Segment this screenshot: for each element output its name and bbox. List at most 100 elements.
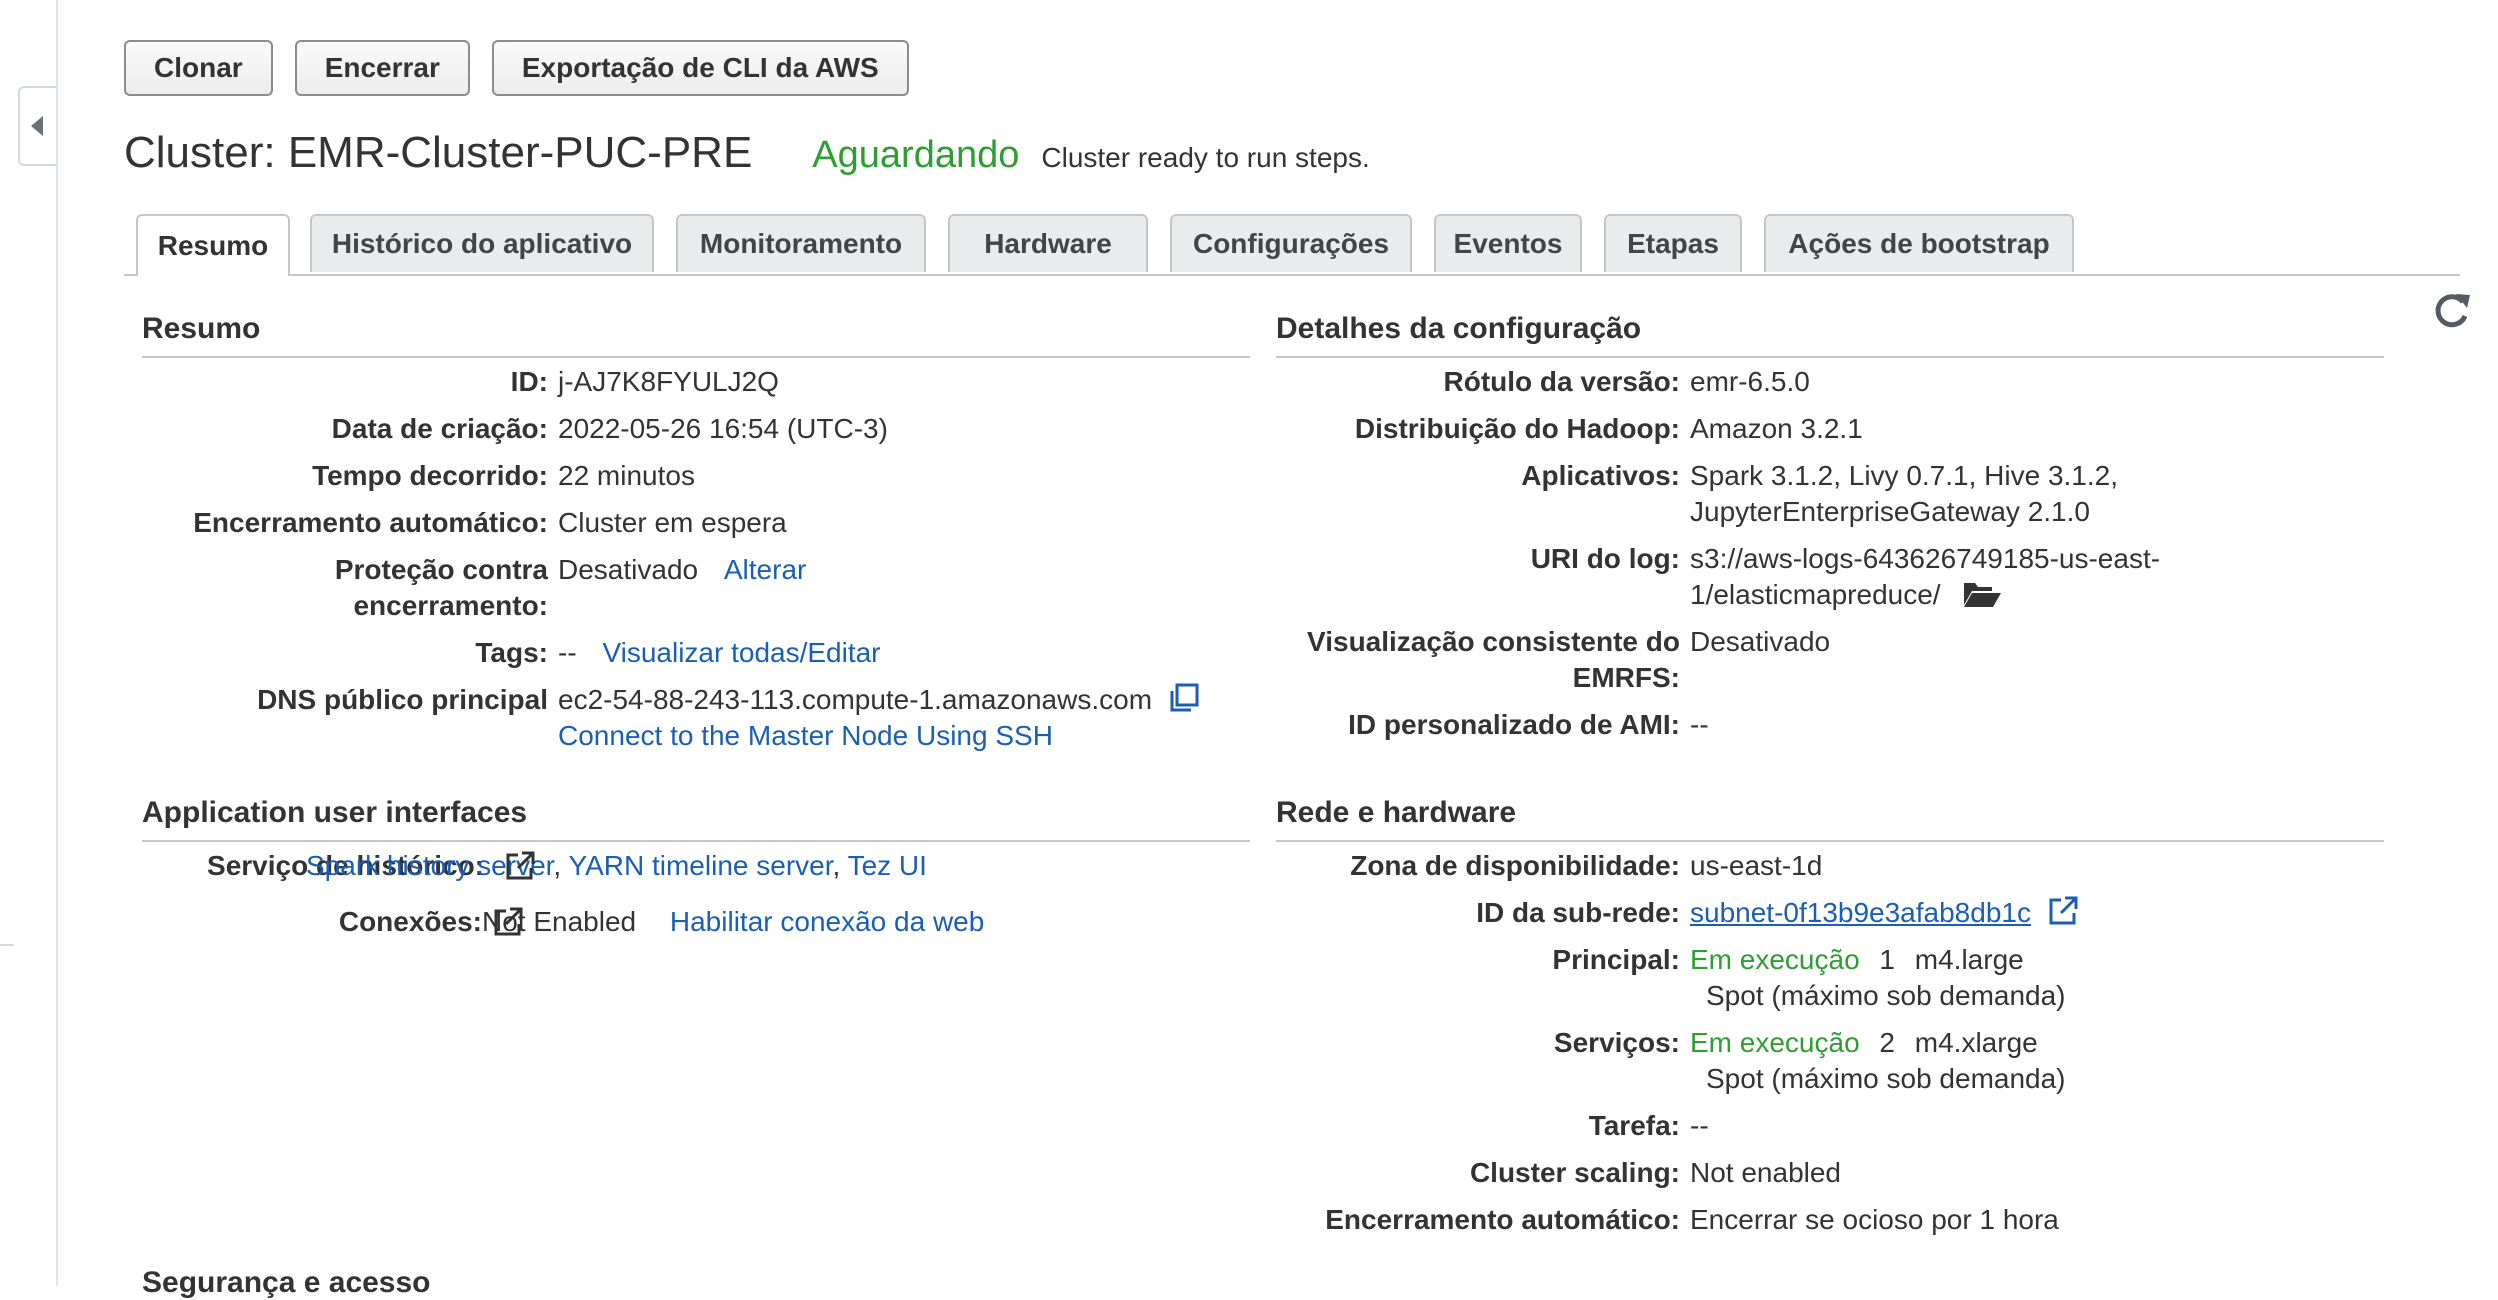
field-label: ID: — [510, 366, 548, 397]
auto-termination-policy-value: Encerrar se ocioso por 1 hora — [1690, 1204, 2059, 1235]
applications-value: Spark 3.1.2, Livy 0.7.1, Hive 3.1.2, — [1690, 460, 2119, 491]
field-label: Conexões: — [142, 904, 482, 940]
master-dns-row: DNS público principal ec2-54-88-243-113.… — [142, 682, 1200, 754]
master-instance-type: m4.large — [1914, 944, 2024, 975]
field-label: Proteção contra encerramento: — [142, 552, 558, 624]
tab-hardware[interactable]: Hardware — [948, 214, 1148, 272]
field-label: URI do log: — [1530, 543, 1680, 574]
emrfs-consistent-view-row: Visualização consistente do EMRFS: Desat… — [1276, 624, 1830, 696]
refresh-icon[interactable] — [2432, 290, 2472, 330]
cluster-scaling-value: Not enabled — [1690, 1157, 1842, 1188]
page-title: Cluster: EMR-Cluster-PUC-PRE — [124, 128, 753, 177]
separator: , — [553, 850, 562, 881]
creation-date-value: 2022-05-26 16:54 (UTC-3) — [558, 413, 888, 444]
copy-icon[interactable] — [1168, 682, 1200, 714]
cluster-status-description: Cluster ready to run steps. — [1041, 142, 1370, 173]
creation-date-row: Data de criação: 2022-05-26 16:54 (UTC-3… — [142, 411, 888, 447]
elapsed-time-row: Tempo decorrido: 22 minutos — [142, 458, 695, 494]
view-edit-tags-link[interactable]: Visualizar todas/Editar — [602, 637, 880, 668]
tab-application-history[interactable]: Histórico do aplicativo — [310, 214, 654, 272]
field-label: Tags: — [475, 637, 548, 668]
custom-ami-value: -- — [1690, 709, 1709, 740]
availability-zone-value: us-east-1d — [1690, 850, 1823, 881]
tab-configurations[interactable]: Configurações — [1170, 214, 1412, 272]
cluster-status: Aguardando — [812, 134, 1020, 176]
master-dns-value: ec2-54-88-243-113.compute-1.amazonaws.co… — [558, 684, 1153, 715]
termination-protection-row: Proteção contra encerramento: Desativado… — [142, 552, 807, 624]
field-label: Tempo decorrido: — [312, 460, 548, 491]
ssh-connect-link[interactable]: Connect to the Master Node Using SSH — [558, 720, 1053, 751]
change-protection-link[interactable]: Alterar — [724, 554, 806, 585]
action-toolbar: Clonar Encerrar Exportação de CLI da AWS — [124, 40, 909, 96]
tab-events[interactable]: Eventos — [1434, 214, 1582, 272]
collapse-sidebar-toggle[interactable] — [18, 86, 56, 166]
network-section: Zona de disponibilidade: us-east-1d ID d… — [1276, 848, 2406, 1248]
enable-web-connection-link[interactable]: Habilitar conexão da web — [670, 906, 984, 937]
release-value: emr-6.5.0 — [1690, 366, 1810, 397]
field-label: ID da sub-rede: — [1476, 897, 1680, 928]
auto-termination-policy-row: Encerramento automático: Encerrar se oci… — [1276, 1202, 2059, 1238]
yarn-timeline-link[interactable]: YARN timeline server — [568, 850, 832, 881]
clone-button[interactable]: Clonar — [124, 40, 273, 96]
tab-summary[interactable]: Resumo — [136, 214, 290, 276]
auto-termination-row: Encerramento automático: Cluster em espe… — [142, 505, 787, 541]
field-label: Visualização consistente do EMRFS: — [1276, 624, 1690, 696]
field-label: Principal: — [1552, 944, 1680, 975]
label-line: encerramento: — [353, 590, 548, 621]
cluster-scaling-row: Cluster scaling: Not enabled — [1276, 1155, 1841, 1191]
app-ui-heading: Application user interfaces — [142, 796, 1250, 842]
custom-ami-row: ID personalizado de AMI: -- — [1276, 707, 1709, 743]
field-label: Data de criação: — [331, 413, 548, 444]
master-instance-count: 1 — [1879, 944, 1895, 975]
field-label: Cluster scaling: — [1469, 1157, 1680, 1188]
cluster-header: Cluster: EMR-Cluster-PUC-PRE Aguardando … — [124, 128, 1370, 178]
field-label: Aplicativos: — [1521, 460, 1680, 491]
hadoop-distribution-value: Amazon 3.2.1 — [1690, 413, 1863, 444]
log-uri-row: URI do log: s3://aws-logs-643626749185-u… — [1276, 541, 2160, 613]
log-uri-value: s3://aws-logs-643626749185-us-east- — [1690, 543, 2161, 574]
external-link-icon — [494, 907, 523, 936]
core-instance-type: m4.xlarge — [1914, 1027, 2038, 1058]
app-ui-section: Serviço de histórico: Spark history serv… — [142, 848, 1272, 958]
cluster-id-row: ID: j-AJ7K8FYULJ2Q — [142, 364, 779, 400]
hadoop-distribution-row: Distribuição do Hadoop: Amazon 3.2.1 — [1276, 411, 1863, 447]
terminate-button[interactable]: Encerrar — [294, 40, 470, 96]
tez-ui-link[interactable]: Tez UI — [848, 850, 927, 881]
config-heading: Detalhes da configuração — [1276, 312, 2384, 358]
master-status: Em execução — [1690, 944, 1860, 975]
core-market: Spot (máximo sob demanda) — [1706, 1063, 2066, 1094]
folder-open-icon[interactable] — [1962, 579, 2002, 609]
elapsed-time-value: 22 minutos — [558, 460, 695, 491]
tab-bootstrap-actions[interactable]: Ações de bootstrap — [1764, 214, 2074, 272]
task-node-row: Tarefa: -- — [1276, 1108, 1709, 1144]
tags-value: -- — [558, 637, 577, 668]
field-label: ID personalizado de AMI: — [1348, 709, 1680, 740]
tab-monitoring[interactable]: Monitoramento — [676, 214, 926, 272]
applications-value: JupyterEnterpriseGateway 2.1.0 — [1690, 496, 2090, 527]
field-label: DNS público principal — [257, 684, 548, 715]
core-node-row: Serviços: Em execução 2 m4.xlarge Spot (… — [1276, 1025, 2066, 1097]
external-link-icon[interactable] — [2047, 895, 2079, 927]
left-navigation-rail — [0, 0, 58, 1286]
label-line: EMRFS: — [1572, 662, 1680, 693]
log-uri-value: 1/elasticmapreduce/ — [1690, 579, 1941, 610]
field-label: Distribuição do Hadoop: — [1354, 413, 1680, 444]
cli-export-button[interactable]: Exportação de CLI da AWS — [491, 40, 909, 96]
summary-section: ID: j-AJ7K8FYULJ2Q Data de criação: 2022… — [142, 364, 1272, 764]
availability-zone-row: Zona de disponibilidade: us-east-1d — [1276, 848, 1822, 884]
tab-steps[interactable]: Etapas — [1604, 214, 1742, 272]
subnet-id-link[interactable]: subnet-0f13b9e3afab8db1c — [1690, 897, 2031, 928]
divider — [0, 944, 14, 946]
connections-row: Conexões: Not Enabled Habilitar conexão … — [142, 904, 984, 940]
field-label: Encerramento automático: — [193, 507, 548, 538]
separator: , — [832, 850, 841, 881]
subnet-id-row: ID da sub-rede: subnet-0f13b9e3afab8db1c — [1276, 895, 2079, 931]
cluster-tabs: Resumo Histórico do aplicativo Monitoram… — [124, 214, 2460, 276]
label-line: Proteção contra — [334, 554, 548, 585]
cluster-id-value: j-AJ7K8FYULJ2Q — [558, 366, 779, 397]
core-status: Em execução — [1690, 1027, 1860, 1058]
termination-protection-value: Desativado — [558, 554, 699, 585]
release-label-row: Rótulo da versão: emr-6.5.0 — [1276, 364, 1810, 400]
summary-heading: Resumo — [142, 312, 1250, 358]
master-market: Spot (máximo sob demanda) — [1706, 980, 2066, 1011]
